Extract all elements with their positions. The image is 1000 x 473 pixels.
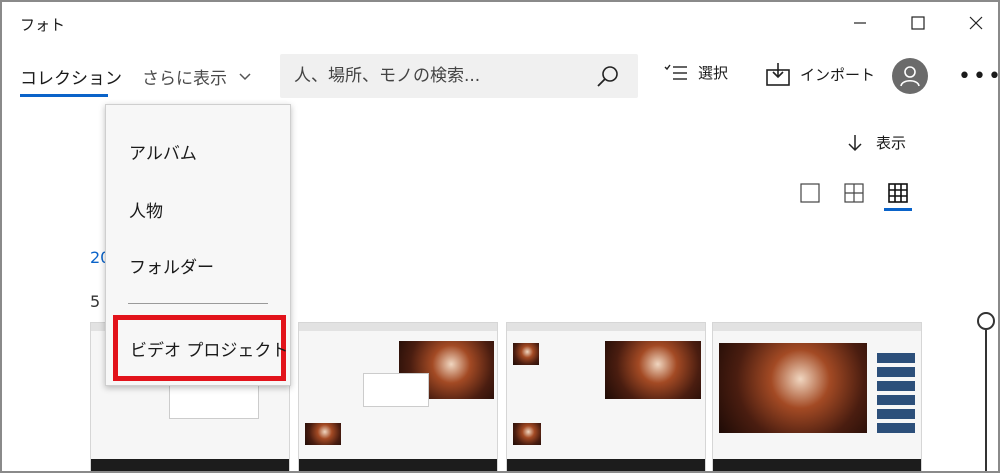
minimize-icon xyxy=(854,22,866,24)
photo-thumbnail[interactable] xyxy=(298,322,498,471)
tab-collection[interactable]: コレクション xyxy=(20,64,122,89)
app-title: フォト xyxy=(20,16,66,34)
grid-3x3-icon xyxy=(888,183,908,203)
import-button[interactable]: インポート xyxy=(766,62,875,86)
search-icon[interactable] xyxy=(596,64,620,88)
more-menu-button[interactable]: さらに表示 xyxy=(142,64,251,89)
minimize-button[interactable] xyxy=(840,10,880,36)
more-menu-label: さらに表示 xyxy=(142,69,227,89)
arrow-down-icon xyxy=(848,134,862,151)
view-toggle-button[interactable]: 表示 xyxy=(848,132,906,153)
account-avatar[interactable] xyxy=(892,58,928,94)
ellipsis-icon[interactable]: ••• xyxy=(958,64,998,89)
app-window: フォト コレクション さらに表示 選択 xyxy=(0,0,1000,473)
person-icon xyxy=(900,66,920,87)
menu-item-video-project[interactable]: ビデオ プロジェクト xyxy=(113,315,289,381)
maximize-icon xyxy=(911,16,925,30)
maximize-button[interactable] xyxy=(898,10,938,36)
view-toggle-label: 表示 xyxy=(876,134,907,152)
search-box[interactable] xyxy=(280,54,638,98)
checklist-icon xyxy=(664,64,687,80)
select-button[interactable]: 選択 xyxy=(664,62,728,83)
layout-small-button[interactable] xyxy=(885,180,911,206)
grid-2x2-icon xyxy=(844,183,864,203)
square-icon xyxy=(800,183,820,203)
menu-separator xyxy=(128,303,268,304)
photo-thumbnail[interactable] xyxy=(506,322,706,471)
menu-item-album[interactable]: アルバム xyxy=(129,139,197,164)
scroll-thumb[interactable] xyxy=(977,312,995,330)
search-input[interactable] xyxy=(294,66,594,86)
layout-large-button[interactable] xyxy=(797,180,823,206)
close-button[interactable] xyxy=(956,10,996,36)
chevron-down-icon xyxy=(239,72,251,80)
layout-medium-button[interactable] xyxy=(841,180,867,206)
item-count-label: 5 xyxy=(90,292,101,311)
photo-thumbnail[interactable] xyxy=(712,322,922,471)
menu-item-folder[interactable]: フォルダー xyxy=(129,253,214,278)
menu-item-people[interactable]: 人物 xyxy=(129,197,163,222)
layout-active-indicator xyxy=(884,208,912,211)
tab-collection-indicator xyxy=(20,94,108,97)
close-icon xyxy=(969,16,983,30)
import-label: インポート xyxy=(800,65,876,84)
scroll-track[interactable] xyxy=(985,330,987,471)
import-icon xyxy=(766,63,790,86)
select-label: 選択 xyxy=(698,64,729,82)
menu-item-video-project-label: ビデオ プロジェクト xyxy=(130,340,289,361)
